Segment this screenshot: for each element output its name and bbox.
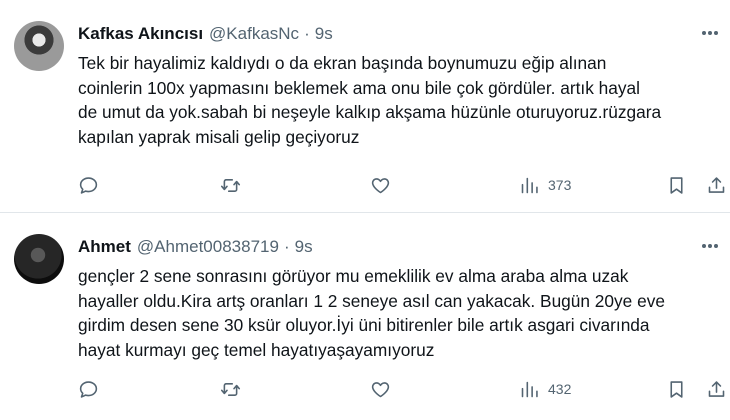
user-name[interactable]: Kafkas Akıncısı	[78, 24, 203, 44]
reply-button[interactable]	[78, 376, 99, 402]
retweet-button[interactable]	[220, 376, 241, 402]
bookmark-button[interactable]	[666, 376, 687, 402]
user-handle[interactable]: @Ahmet00838719	[137, 237, 279, 257]
retweet-icon	[220, 178, 241, 192]
views-icon	[521, 381, 538, 397]
tweet-actions: 373	[0, 172, 730, 198]
separator-dot: ·	[304, 24, 310, 43]
tweet-header: Ahmet @Ahmet00838719 · 9s	[78, 235, 313, 259]
reply-button[interactable]	[78, 172, 99, 198]
views-count: 373	[548, 177, 572, 193]
timestamp[interactable]: 9s	[295, 237, 313, 257]
tweet-text: Tek bir hayalimiz kaldıydı o da ekran ba…	[78, 53, 662, 147]
tweet-text: gençler 2 sene sonrasını görüyor mu emek…	[78, 266, 665, 360]
bookmark-button[interactable]	[666, 172, 687, 198]
separator-dot: ·	[283, 237, 290, 256]
tweet-actions: 432	[0, 376, 730, 402]
views-button[interactable]: 432	[519, 376, 571, 402]
retweet-button[interactable]	[220, 172, 241, 198]
user-handle[interactable]: @KafkasNc	[209, 24, 299, 44]
share-button[interactable]	[706, 376, 727, 402]
bookmark-icon	[670, 380, 683, 398]
reply-icon	[79, 176, 98, 194]
like-button[interactable]	[370, 172, 391, 198]
share-icon	[708, 176, 725, 193]
avatar[interactable]	[14, 234, 64, 284]
views-button[interactable]: 373	[519, 172, 571, 198]
heart-icon	[371, 381, 390, 397]
retweet-icon	[220, 382, 241, 396]
more-dots-icon[interactable]	[702, 24, 718, 42]
share-button[interactable]	[706, 172, 727, 198]
more-dots-icon[interactable]	[702, 237, 718, 255]
share-icon	[708, 380, 725, 397]
views-count: 432	[548, 381, 572, 397]
tweet[interactable]: Kafkas Akıncısı @KafkasNc · 9s Tek bir h…	[0, 0, 730, 212]
views-icon	[521, 177, 538, 193]
tweet-header: Kafkas Akıncısı @KafkasNc · 9s	[78, 22, 333, 46]
tweet[interactable]: Ahmet @Ahmet00838719 · 9s gençler 2 sene…	[0, 213, 730, 420]
user-name[interactable]: Ahmet	[78, 237, 131, 257]
like-button[interactable]	[370, 376, 391, 402]
heart-icon	[371, 177, 390, 193]
avatar[interactable]	[14, 21, 64, 71]
reply-icon	[79, 380, 98, 398]
bookmark-icon	[670, 176, 683, 194]
timestamp[interactable]: 9s	[315, 24, 333, 44]
